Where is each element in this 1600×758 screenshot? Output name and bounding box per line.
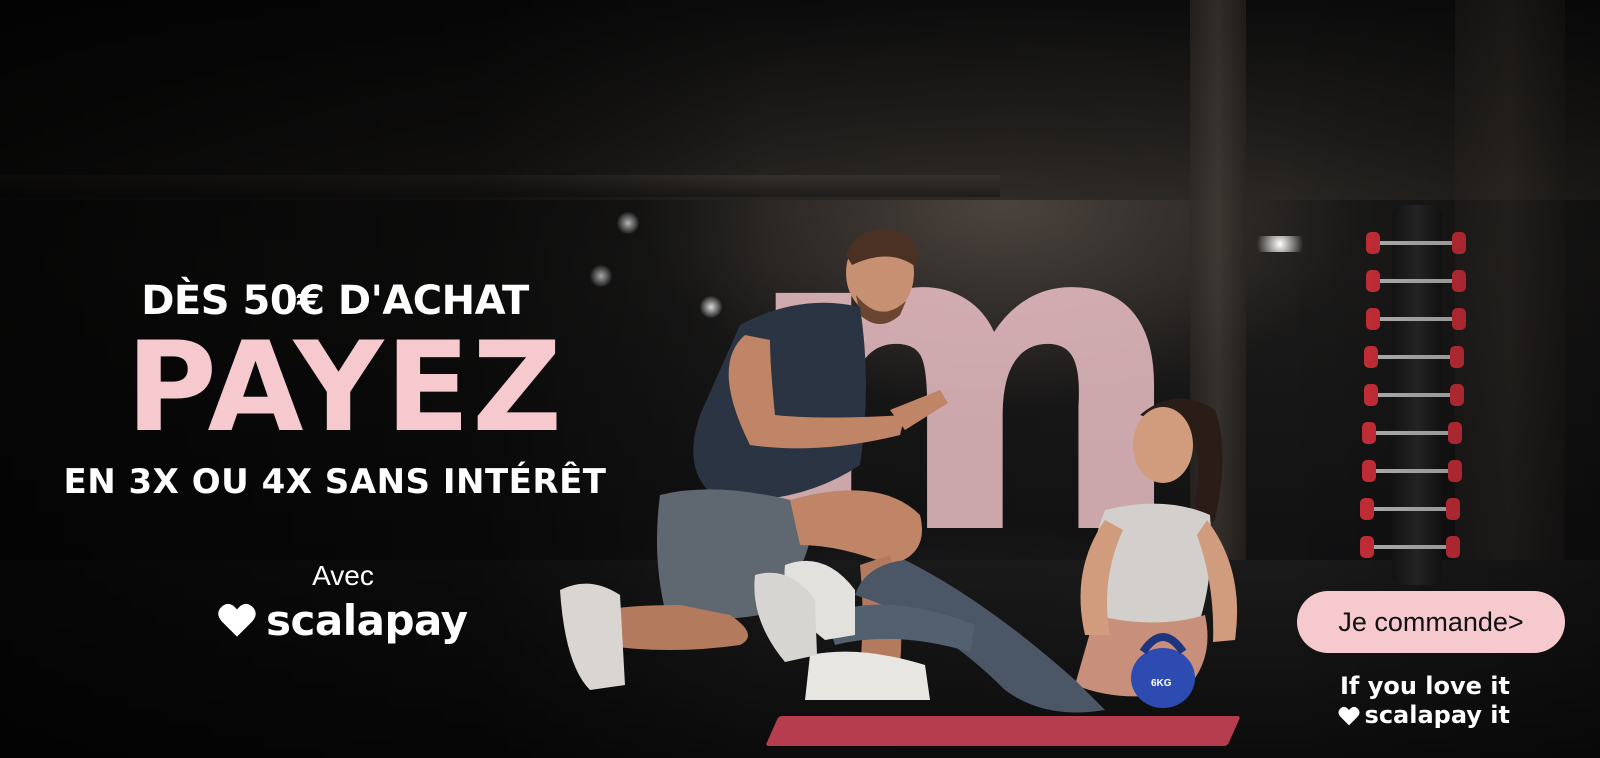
headline-installments: EN 3X OU 4X SANS INTÉRÊT [63,462,607,502]
scalapay-tagline: If you love it scalapay it [1290,672,1570,730]
scalapay-logo: scalapay [218,594,468,646]
headline-payez: PAYEZ [125,316,564,460]
tagline-line-2-row: scalapay it [1290,701,1510,730]
avec-label: Avec [312,560,374,591]
heart-icon [1338,706,1360,725]
heart-icon [218,603,256,637]
promo-banner: m 6KG DÈS 50€ D'ACHAT PAYEZ EN 3X OU 4X … [0,0,1600,758]
order-cta-button[interactable]: Je commande> [1297,591,1565,653]
tagline-line-1: If you love it [1340,672,1510,700]
scalapay-wordmark: scalapay [266,595,468,645]
tagline-line-2: scalapay it [1364,701,1510,729]
kettlebell-label: 6KG [1151,678,1172,689]
woman-figure: 6KG [754,398,1238,713]
